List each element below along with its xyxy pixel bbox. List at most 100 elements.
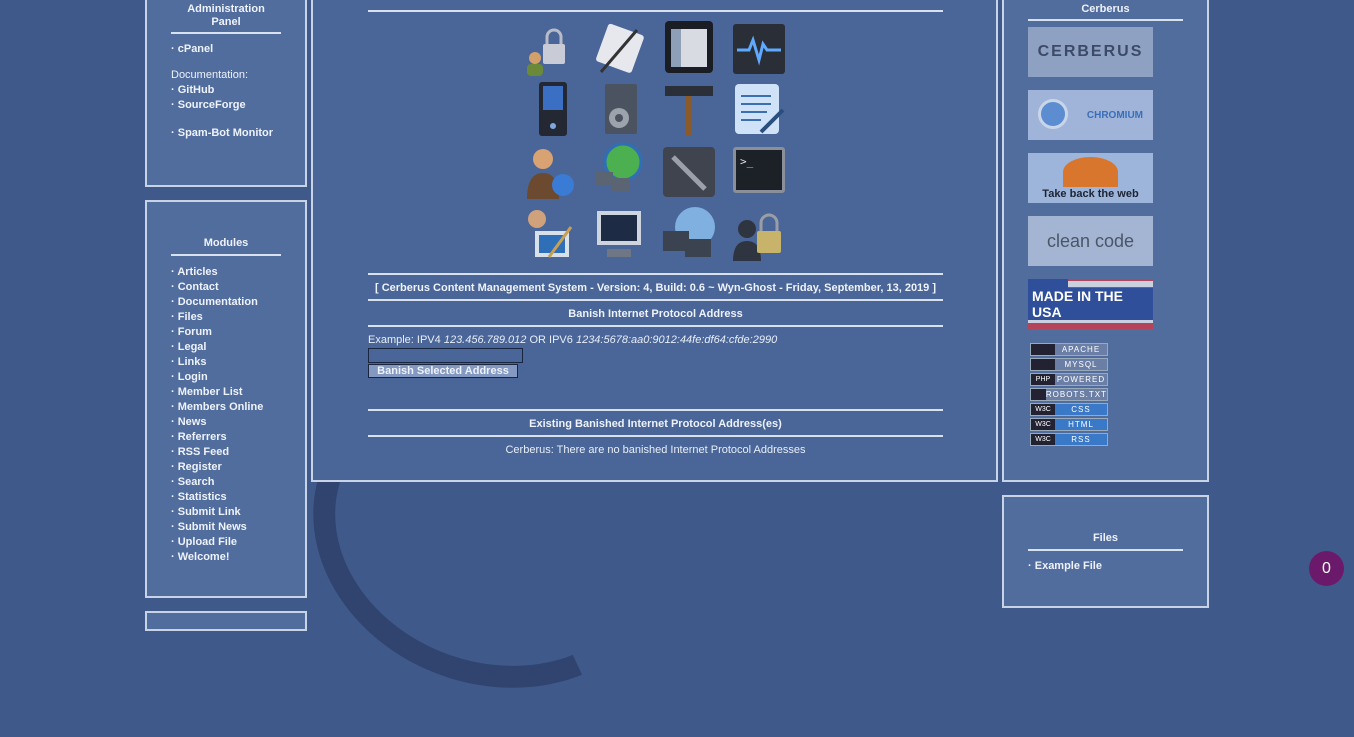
desktop-monitor-icon[interactable] [591, 207, 647, 263]
cerberus-title: Cerberus [1081, 3, 1130, 15]
badge-left: PHP [1031, 374, 1055, 385]
module-link[interactable]: Submit Link [171, 505, 263, 520]
made-in-usa-label: MADE IN THE USA [1028, 288, 1153, 320]
example-prefix: Example: IPV4 [368, 334, 441, 346]
terminal-icon[interactable]: >_ [731, 145, 787, 201]
badge-left: W3C [1031, 404, 1055, 415]
example-ipv4: 123.456.789.012 [443, 334, 527, 346]
modules-title-underline [171, 254, 281, 256]
module-link[interactable]: Documentation [171, 295, 263, 310]
module-link[interactable]: Members Online [171, 400, 264, 415]
module-list: ArticlesContactDocumentationFilesForumLe… [171, 265, 263, 565]
cpanel-link[interactable]: cPanel [171, 42, 213, 57]
module-link[interactable]: Submit News [171, 520, 263, 535]
admin-title-underline [171, 32, 281, 34]
cerberus-banner[interactable]: CERBERUS [1028, 27, 1153, 77]
remote-desktop-user-icon[interactable] [521, 207, 577, 263]
badge[interactable]: W3C RSS [1030, 433, 1108, 446]
badge-left [1031, 344, 1055, 355]
badge-left: W3C [1031, 419, 1055, 430]
modules-panel: Modules ArticlesContactDocumentationFile… [145, 200, 307, 598]
github-link[interactable]: GitHub [171, 83, 215, 98]
badge[interactable]: ROBOTS.TXT [1030, 388, 1108, 401]
clean-code-banner[interactable]: clean code [1028, 216, 1153, 266]
wrench-tool-icon[interactable] [661, 145, 717, 201]
module-link[interactable]: Referrers [171, 430, 263, 445]
no-banished-message: Cerberus: There are no banished Internet… [505, 444, 806, 456]
badge-label: CSS [1071, 405, 1091, 414]
badge[interactable]: W3C CSS [1030, 403, 1108, 416]
firefox-banner[interactable]: Take back the web [1028, 153, 1153, 203]
chromium-banner-label: CHROMIUM [1086, 109, 1143, 121]
badge-label: MYSQL [1064, 360, 1098, 369]
users-lock-icon[interactable] [521, 22, 577, 78]
module-link[interactable]: Register [171, 460, 263, 475]
module-link[interactable]: RSS Feed [171, 445, 263, 460]
example-or: OR IPV6 [529, 334, 573, 346]
modules-title: Modules [203, 237, 249, 249]
ip-address-input[interactable] [368, 348, 523, 363]
badge[interactable]: PHP POWERED [1030, 373, 1108, 386]
notification-counter[interactable]: 0 [1309, 551, 1344, 586]
user-lock-icon[interactable] [731, 207, 787, 263]
module-link[interactable]: Articles [171, 265, 263, 280]
banish-title: Banish Internet Protocol Address [568, 308, 743, 320]
top-divider [368, 10, 943, 12]
badge[interactable]: APACHE [1030, 343, 1108, 356]
network-globe-icon[interactable] [591, 142, 647, 198]
badge-label: POWERED [1056, 375, 1106, 384]
module-link[interactable]: Member List [171, 385, 263, 400]
build-hammer-icon[interactable] [661, 82, 717, 138]
main-content-panel: >_ [ Cerberus Content Management System … [311, 0, 998, 482]
user-globe-icon[interactable] [521, 145, 577, 201]
module-link[interactable]: News [171, 415, 263, 430]
module-link[interactable]: Login [171, 370, 263, 385]
sourceforge-link[interactable]: SourceForge [171, 98, 246, 113]
module-link[interactable]: Forum [171, 325, 263, 340]
firefox-logo-icon [1063, 157, 1118, 187]
existing-title: Existing Banished Internet Protocol Addr… [529, 418, 782, 430]
settings-folder-icon[interactable] [595, 82, 651, 138]
window-manager-icon[interactable] [661, 19, 717, 75]
admin-panel-title: Administration Panel [187, 3, 265, 28]
module-link[interactable]: Search [171, 475, 263, 490]
module-link[interactable]: Statistics [171, 490, 263, 505]
text-editor-icon[interactable] [731, 82, 787, 138]
example-file-link[interactable]: Example File [1028, 559, 1102, 574]
badge-label: ROBOTS.TXT [1045, 390, 1107, 399]
network-computers-icon[interactable] [661, 205, 717, 261]
files-panel: Files Example File [1002, 495, 1209, 608]
admin-panel: Administration Panel cPanel Documentatio… [145, 0, 307, 187]
activity-monitor-icon[interactable] [731, 22, 787, 78]
badge-label: RSS [1071, 435, 1091, 444]
module-link[interactable]: Legal [171, 340, 263, 355]
badge-left [1031, 359, 1055, 370]
files-title: Files [1092, 532, 1119, 544]
banish-button[interactable]: Banish Selected Address [368, 364, 518, 378]
module-link[interactable]: Files [171, 310, 263, 325]
files-title-underline [1028, 549, 1183, 551]
badge-label: HTML [1068, 420, 1094, 429]
system-tower-icon[interactable] [527, 82, 583, 138]
chromium-logo-icon [1038, 99, 1068, 129]
badge[interactable]: W3C HTML [1030, 418, 1108, 431]
existing-divider-top [368, 409, 943, 411]
cerberus-title-underline [1028, 19, 1183, 21]
write-tool-icon[interactable] [591, 22, 647, 78]
chromium-banner[interactable]: CHROMIUM [1028, 90, 1153, 140]
firefox-banner-label: Take back the web [1042, 188, 1139, 200]
badge-left: W3C [1031, 434, 1055, 445]
module-link[interactable]: Upload File [171, 535, 263, 550]
left-bottom-panel [145, 611, 307, 631]
example-line: Example: IPV4 123.456.789.012 OR IPV6 12… [368, 334, 777, 346]
module-link[interactable]: Contact [171, 280, 263, 295]
badge[interactable]: MYSQL [1030, 358, 1108, 371]
made-in-usa-banner[interactable]: MADE IN THE USA [1028, 279, 1153, 329]
module-link[interactable]: Welcome! [171, 550, 263, 565]
module-link[interactable]: Links [171, 355, 263, 370]
svg-text:>_: >_ [740, 155, 754, 168]
badge-left [1031, 389, 1046, 400]
spambot-monitor-link[interactable]: Spam-Bot Monitor [171, 126, 273, 141]
badge-label: APACHE [1061, 345, 1101, 354]
cerberus-panel: Cerberus CERBERUS CHROMIUM Take back the… [1002, 0, 1209, 482]
